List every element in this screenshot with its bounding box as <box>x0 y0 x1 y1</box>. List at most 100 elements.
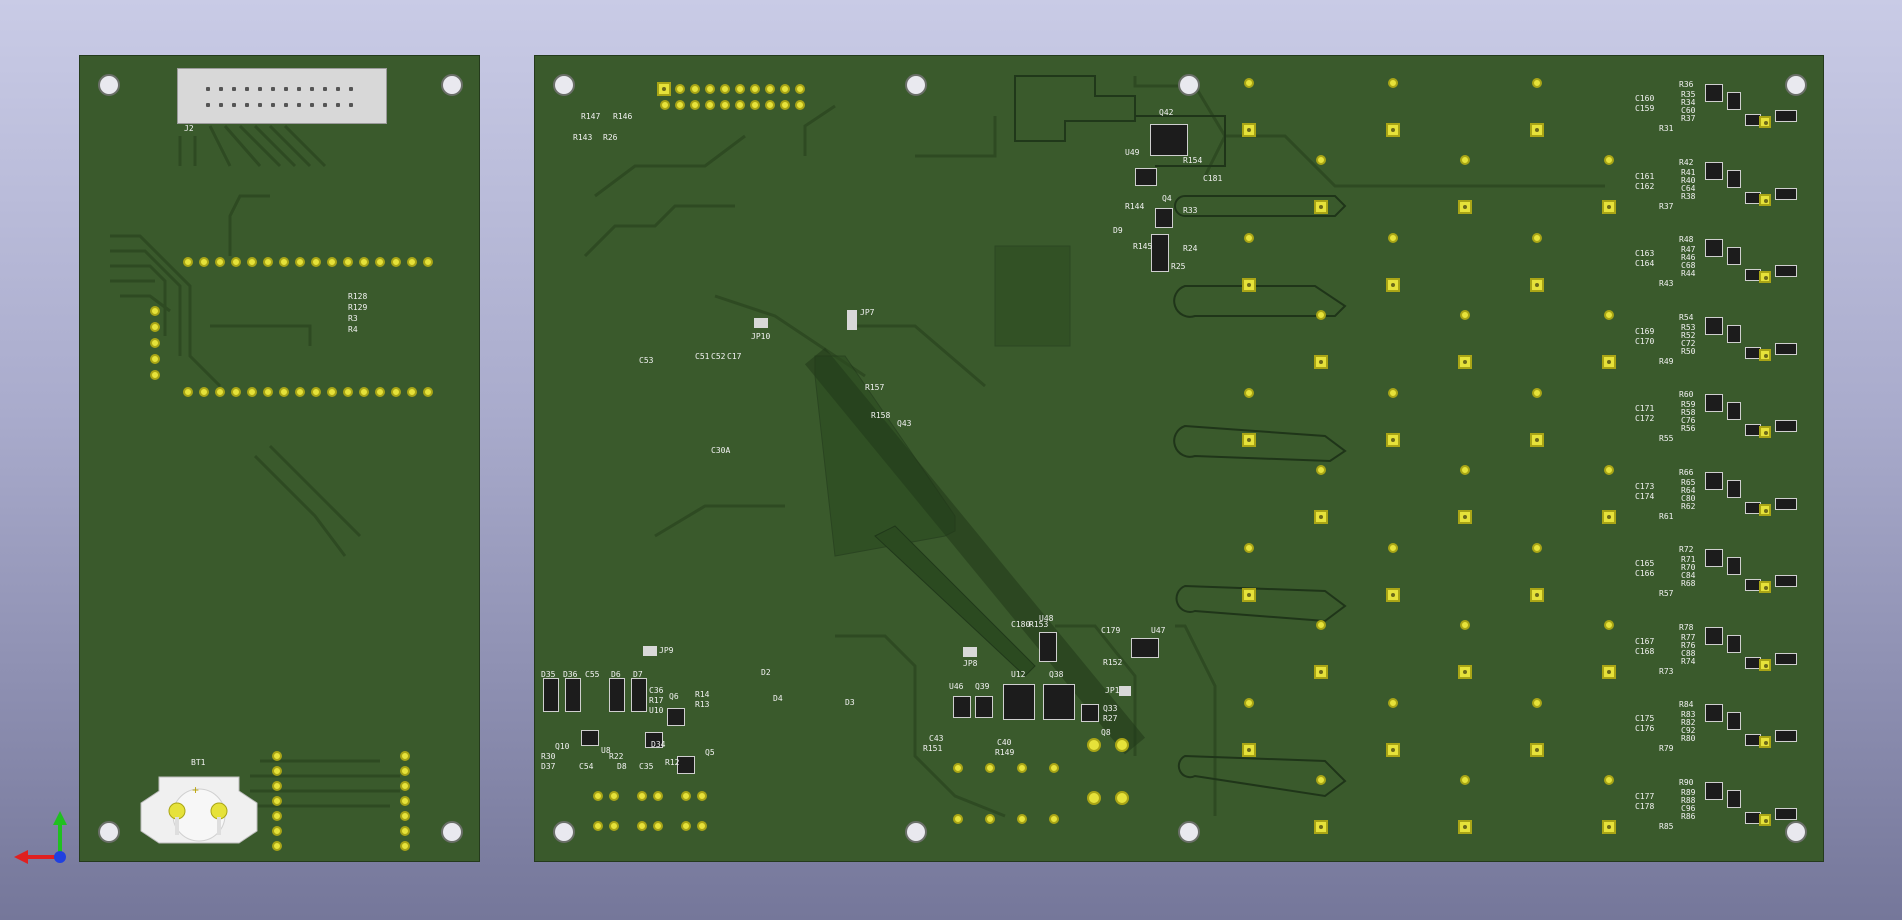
ref-c176: C176 <box>1635 724 1655 733</box>
channel-output-diode <box>1775 342 1797 355</box>
jumper-jp9 <box>643 646 657 656</box>
ref-r129: R129 <box>348 303 368 312</box>
channel-block: R48 C163 C164 R47 R46 C68 R44 R43 <box>1615 235 1815 295</box>
ref-r37: R37 <box>1659 201 1674 211</box>
jumper-jp10 <box>754 318 768 328</box>
ref-c35: C35 <box>639 762 654 771</box>
ref-d37: D37 <box>541 762 556 771</box>
diode-d35 <box>543 678 559 712</box>
ref-c54: C54 <box>579 762 594 771</box>
channel-smd-part <box>1705 84 1723 102</box>
ref-q4: Q4 <box>1162 194 1172 203</box>
left-board-traces <box>110 124 400 808</box>
channel-output-diode <box>1775 652 1797 665</box>
ref-r43: R43 <box>1659 279 1674 288</box>
ref-r49: R49 <box>1659 356 1674 366</box>
ref-u12: U12 <box>1011 670 1026 679</box>
ref-q43: Q43 <box>897 419 912 428</box>
jumper-jp7 <box>847 310 857 330</box>
ref-r152: R152 <box>1103 658 1123 667</box>
ref-c177: C177 <box>1635 791 1655 801</box>
ref-r84: R84 <box>1679 700 1694 709</box>
ref-c51: C51 <box>695 352 710 361</box>
ref-c174: C174 <box>1635 491 1655 501</box>
ref-r57: R57 <box>1659 589 1674 598</box>
ref-u10: U10 <box>649 706 664 715</box>
right-pcb-board[interactable]: R147 R146 R143 R26 Q42 U49 R154 C181 Q4 … <box>534 55 1824 862</box>
ref-r22: R22 <box>609 752 624 761</box>
channel-smd-part <box>1705 161 1723 180</box>
ref-c30a: C30A <box>711 446 731 455</box>
ref-u48: U48 <box>1039 614 1054 623</box>
channel-smd-part <box>1705 549 1723 567</box>
ref-r4: R4 <box>348 325 358 334</box>
ref-bt1: BT1 <box>191 758 206 767</box>
mosfet-q5 <box>677 756 695 774</box>
ref-r60: R60 <box>1679 390 1694 399</box>
ic-u48 <box>1039 632 1057 662</box>
ref-r74: R74 <box>1681 656 1696 666</box>
channel-smd-part <box>1727 92 1741 110</box>
ref-c178: C178 <box>1635 801 1655 811</box>
mounting-hole <box>905 821 927 843</box>
ref-c53: C53 <box>639 356 654 365</box>
ref-u49: U49 <box>1125 148 1140 157</box>
ref-c166: C166 <box>1635 569 1655 578</box>
ref-d36: D36 <box>563 670 578 679</box>
ref-q5: Q5 <box>705 748 715 757</box>
ref-c179: C179 <box>1101 626 1121 635</box>
ref-q39: Q39 <box>975 682 990 691</box>
ref-r128: R128 <box>348 292 368 301</box>
ref-j2: J2 <box>184 124 194 133</box>
ref-r13: R13 <box>695 700 710 709</box>
channel-pad <box>1759 271 1771 283</box>
channel-block: R84 C175 C176 R83 R82 C92 R80 R79 <box>1615 700 1815 760</box>
coin-cell-battery-holder: + <box>140 776 258 844</box>
mosfet-q33 <box>1081 704 1099 722</box>
channel-smd-part <box>1705 394 1723 412</box>
ref-c36: C36 <box>649 686 664 695</box>
ref-c173: C173 <box>1635 481 1655 491</box>
channel-block: R60 C171 C172 R59 R58 C76 R56 R55 <box>1615 390 1815 450</box>
channel-output-diode <box>1775 265 1797 277</box>
axis-gizmo-icon <box>14 811 67 864</box>
ref-c175: C175 <box>1635 714 1655 723</box>
ref-q42: Q42 <box>1159 108 1174 117</box>
ref-r86: R86 <box>1681 811 1696 821</box>
ref-r73: R73 <box>1659 666 1674 676</box>
ref-r54: R54 <box>1679 312 1694 322</box>
ref-r72: R72 <box>1679 545 1694 554</box>
ref-r158: R158 <box>871 411 891 420</box>
pcb-3d-viewport[interactable]: J2 R128 R129 R3 R4 BT1 + R147 R146 R143 … <box>0 0 1902 920</box>
ic-u47 <box>1131 638 1159 658</box>
channel-pad <box>1759 116 1771 128</box>
channel-block: R66 C173 C174 R65 R64 C80 R62 R61 <box>1615 468 1815 528</box>
channel-block: R90 C177 C178 R89 R88 C96 R86 R85 <box>1615 778 1815 838</box>
channel-smd-part <box>1727 324 1741 343</box>
channel-block: R54 C169 C170 R53 R52 C72 R50 R49 <box>1615 313 1815 373</box>
channel-output-diode <box>1775 730 1797 742</box>
ref-u46: U46 <box>949 682 964 691</box>
left-pcb-board[interactable]: J2 R128 R129 R3 R4 BT1 <box>79 55 480 862</box>
ref-r66: R66 <box>1679 467 1694 477</box>
ref-d35: D35 <box>541 670 556 679</box>
mounting-hole <box>98 821 120 843</box>
channel-smd-part <box>1727 402 1741 420</box>
channel-pad <box>1759 193 1771 206</box>
mosfet-q4 <box>1155 208 1173 228</box>
channel-output-diode <box>1775 497 1797 510</box>
channel-pad <box>1759 348 1771 361</box>
channel-smd-part <box>1705 626 1723 645</box>
ref-c168: C168 <box>1635 646 1655 656</box>
channel-output-diode <box>1775 420 1797 432</box>
ref-r79: R79 <box>1659 744 1674 753</box>
ref-r14: R14 <box>695 690 710 699</box>
ref-c160: C160 <box>1635 94 1655 103</box>
ic-u46 <box>953 696 971 718</box>
ref-r80: R80 <box>1681 734 1696 743</box>
channel-smd-part <box>1727 634 1741 653</box>
channel-smd-part <box>1727 557 1741 575</box>
mosfet-q6 <box>667 708 685 726</box>
mosfet-q42 <box>1150 124 1188 156</box>
diode-d7 <box>631 678 647 712</box>
